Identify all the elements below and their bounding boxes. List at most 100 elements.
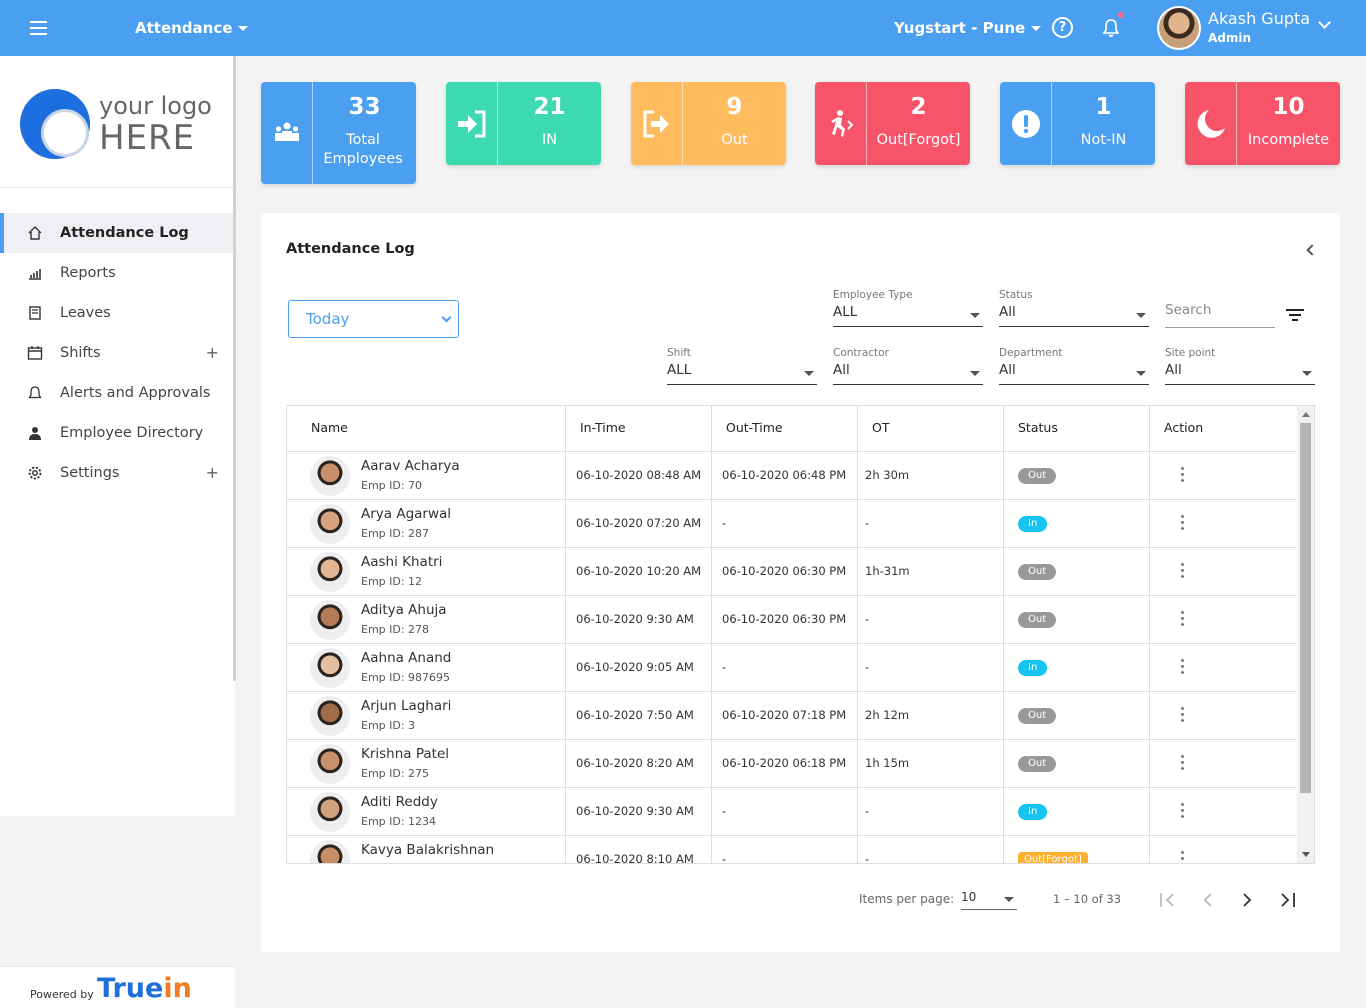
more-vertical-icon[interactable] (1181, 659, 1185, 677)
user-avatar[interactable] (1157, 6, 1201, 50)
table-row[interactable]: Arjun Laghari Emp ID: 3 06-10-2020 7:50 AM… (287, 692, 1297, 740)
cell-name: Krishna Patel Emp ID: 275 (287, 740, 566, 788)
header-out-time[interactable]: Out-Time (712, 406, 858, 452)
employee-name[interactable]: Aditya Ahuja (361, 602, 447, 618)
in-time: 06-10-2020 9:30 AM (576, 612, 694, 626)
table-row[interactable]: Aditya Ahuja Emp ID: 278 06-10-2020 9:30 A… (287, 596, 1297, 644)
more-vertical-icon[interactable] (1181, 755, 1185, 773)
employee-type-filter[interactable]: Employee Type ALL (833, 289, 983, 327)
employee-name[interactable]: Arjun Laghari (361, 698, 451, 714)
stat-card-incomplete[interactable]: 10 Incomplete (1185, 82, 1340, 165)
last-page-icon[interactable] (1277, 892, 1297, 908)
more-vertical-icon[interactable] (1181, 851, 1185, 863)
cell-ot: 1h-31m (858, 548, 1004, 596)
employee-name[interactable]: Aditi Reddy (361, 794, 438, 810)
stat-card-in[interactable]: 21 IN (446, 82, 601, 165)
sidebar-item-alerts-and-approvals[interactable]: Alerts and Approvals (0, 373, 235, 413)
bell-icon[interactable] (1102, 18, 1120, 38)
more-vertical-icon[interactable] (1181, 467, 1185, 485)
department-filter[interactable]: Department All (999, 347, 1149, 385)
out-time: - (722, 852, 727, 864)
scroll-up-icon[interactable] (1302, 412, 1310, 417)
menu-icon[interactable] (30, 21, 47, 35)
search-input[interactable]: Search (1165, 302, 1275, 328)
shift-filter[interactable]: Shift ALL (667, 347, 817, 385)
more-vertical-icon[interactable] (1181, 707, 1185, 725)
filter-label: Contractor (833, 347, 889, 359)
site-point-filter[interactable]: Site point All (1165, 347, 1315, 385)
scroll-down-icon[interactable] (1302, 852, 1310, 857)
cell-status: Out (1004, 596, 1150, 644)
scroll-thumb[interactable] (1300, 423, 1311, 793)
header-ot[interactable]: OT (858, 406, 1004, 452)
status-filter[interactable]: Status All (999, 289, 1149, 327)
employee-avatar (310, 456, 350, 496)
first-page-icon[interactable] (1158, 892, 1178, 908)
stat-label: Total Employees (323, 132, 403, 167)
module-dropdown[interactable]: Attendance (135, 19, 249, 37)
chevron-left-icon[interactable] (1306, 244, 1318, 256)
table-row[interactable]: Aditi Reddy Emp ID: 1234 06-10-2020 9:30 A… (287, 788, 1297, 836)
table-row[interactable]: Aashi Khatri Emp ID: 12 06-10-2020 10:20 A… (287, 548, 1297, 596)
employee-name[interactable]: Kavya Balakrishnan (361, 842, 494, 858)
status-badge: Out (1018, 612, 1057, 628)
previous-page-icon[interactable] (1198, 892, 1218, 908)
stat-value: 9 (726, 94, 743, 120)
overtime: 1h-31m (865, 564, 910, 578)
table-row[interactable]: Krishna Patel Emp ID: 275 06-10-2020 8:20 … (287, 740, 1297, 788)
cell-action (1150, 788, 1297, 836)
stat-card-total-employees[interactable]: 33 Total Employees (261, 82, 416, 184)
expand-plus-icon[interactable]: + (206, 453, 219, 493)
attendance-log-panel: Attendance Log Today Employee Type ALL S… (261, 213, 1340, 952)
table-row[interactable]: Aahna Anand Emp ID: 987695 06-10-2020 9:05… (287, 644, 1297, 692)
sidebar-item-leaves[interactable]: Leaves (0, 293, 235, 333)
cell-action (1150, 596, 1297, 644)
expand-plus-icon[interactable]: + (206, 333, 219, 373)
sidebar-item-employee-directory[interactable]: Employee Directory (0, 413, 235, 453)
employee-name[interactable]: Arya Agarwal (361, 506, 451, 522)
search-placeholder: Search (1165, 302, 1212, 318)
items-per-page-select[interactable]: 10 (961, 890, 1017, 910)
header-in-time[interactable]: In-Time (566, 406, 712, 452)
chevron-down-icon[interactable] (1318, 16, 1331, 29)
sidebar-item-shifts[interactable]: Shifts + (0, 333, 235, 373)
sidebar-item-reports[interactable]: Reports (0, 253, 235, 293)
contractor-filter[interactable]: Contractor All (833, 347, 983, 385)
header-name[interactable]: Name (287, 406, 566, 452)
more-vertical-icon[interactable] (1181, 803, 1185, 821)
next-page-icon[interactable] (1237, 892, 1257, 908)
table-row[interactable]: Aarav Acharya Emp ID: 70 06-10-2020 08:48 … (287, 452, 1297, 500)
sidebar-item-label: Reports (60, 265, 116, 281)
stat-card-not-in[interactable]: 1 Not-IN (1000, 82, 1155, 165)
employee-name[interactable]: Aarav Acharya (361, 458, 460, 474)
employee-name[interactable]: Krishna Patel (361, 746, 449, 762)
user-name[interactable]: Akash Gupta (1208, 9, 1310, 28)
stat-card-out-forgot[interactable]: 2 Out[Forgot] (815, 82, 970, 165)
more-vertical-icon[interactable] (1181, 515, 1185, 533)
caret-down-icon (1031, 26, 1042, 31)
date-range-select[interactable]: Today (288, 300, 459, 338)
filter-icon[interactable] (1286, 309, 1304, 324)
user-role: Admin (1208, 31, 1252, 45)
cell-name: Arya Agarwal Emp ID: 287 (287, 500, 566, 548)
cell-out-time: 06-10-2020 06:48 PM (712, 452, 858, 500)
employee-id: Emp ID: 70 (361, 479, 423, 492)
employee-name[interactable]: Aahna Anand (361, 650, 451, 666)
table-row[interactable]: Kavya Balakrishnan 06-10-2020 8:10 AM - - Ou… (287, 836, 1297, 864)
more-vertical-icon[interactable] (1181, 563, 1185, 581)
caret-down-icon (804, 371, 814, 376)
sidebar-item-settings[interactable]: Settings + (0, 453, 235, 493)
stat-card-out[interactable]: 9 Out (631, 82, 786, 165)
header-status[interactable]: Status (1004, 406, 1150, 452)
employee-avatar (310, 696, 350, 736)
help-icon[interactable]: ? (1052, 17, 1073, 38)
cell-action (1150, 692, 1297, 740)
sidebar-scrollbar[interactable] (233, 56, 236, 681)
overtime: - (865, 804, 870, 818)
site-dropdown[interactable]: Yugstart - Pune (894, 19, 1042, 37)
table-scrollbar[interactable] (1297, 406, 1314, 863)
sidebar-item-attendance-log[interactable]: Attendance Log (0, 213, 235, 253)
more-vertical-icon[interactable] (1181, 611, 1185, 629)
table-row[interactable]: Arya Agarwal Emp ID: 287 06-10-2020 07:20 … (287, 500, 1297, 548)
employee-name[interactable]: Aashi Khatri (361, 554, 442, 570)
